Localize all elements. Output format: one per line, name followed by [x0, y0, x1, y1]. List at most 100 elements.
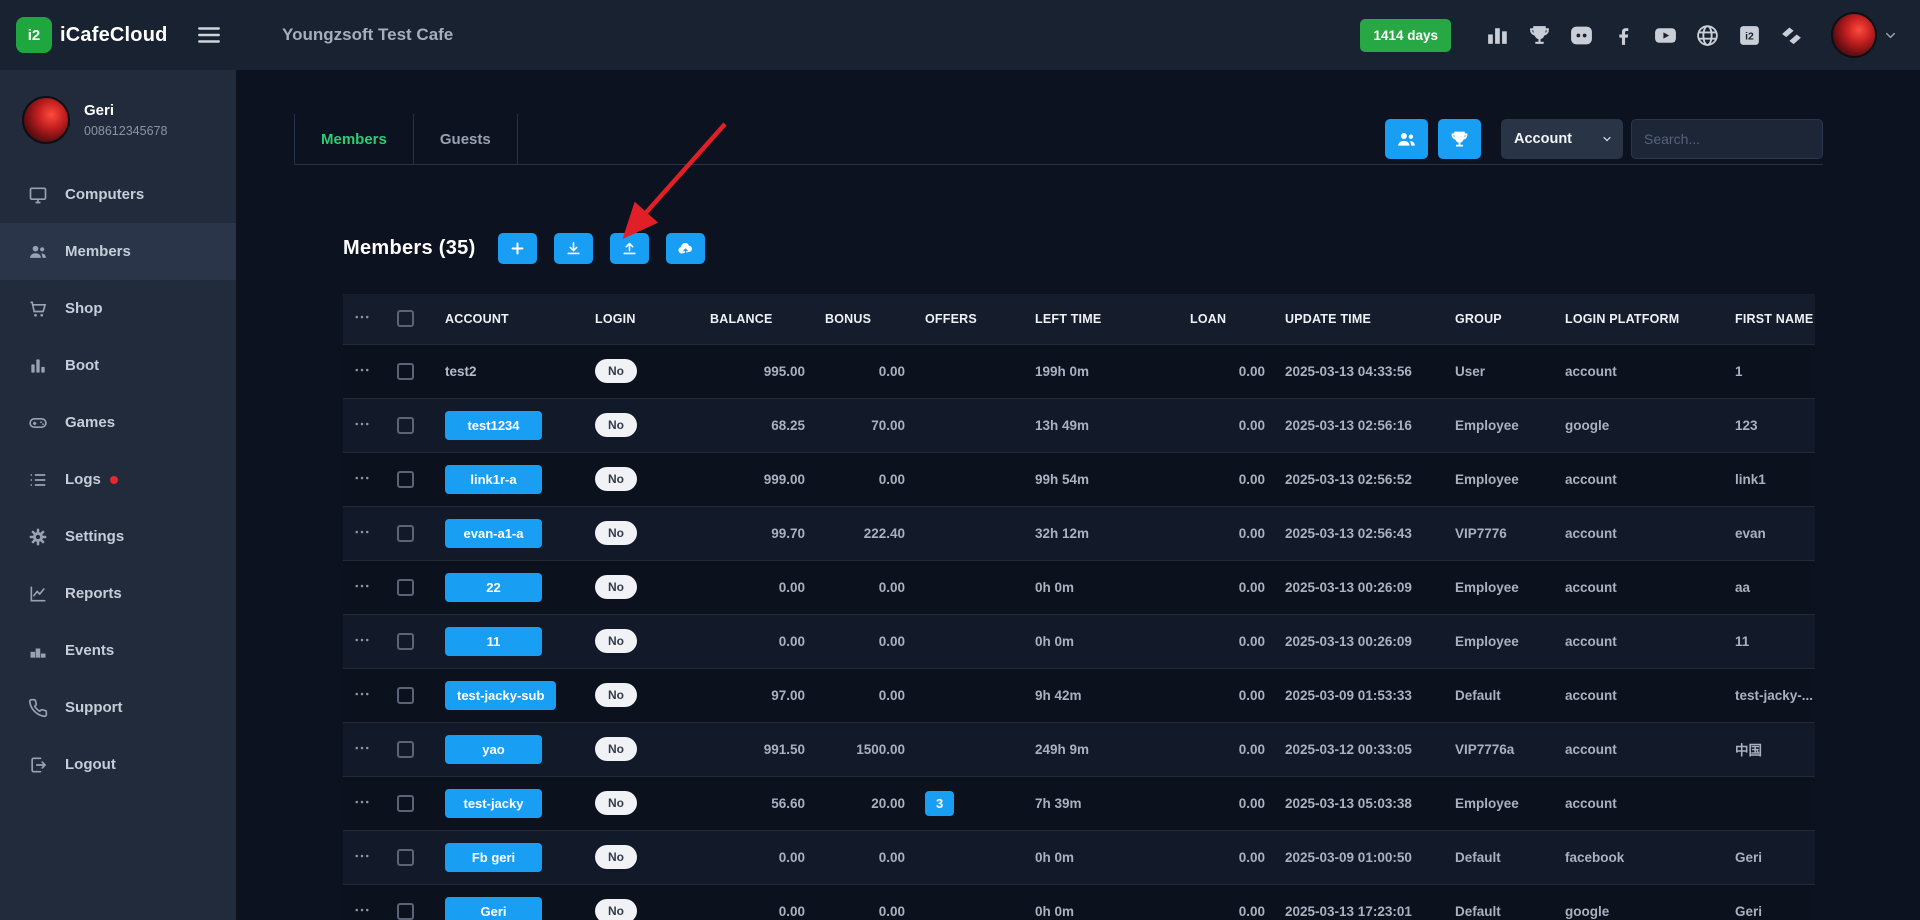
ellipsis-icon[interactable] — [353, 739, 371, 757]
row-checkbox[interactable] — [397, 795, 414, 812]
row-menu-cell — [343, 830, 387, 884]
table-row: Fb geriNo0.000.000h 0m0.002025-03-09 01:… — [343, 830, 1815, 884]
menu-icon[interactable] — [196, 22, 222, 48]
select-value: Account — [1514, 131, 1572, 147]
login-badge: No — [595, 629, 637, 653]
sidebar-item-members[interactable]: Members — [0, 223, 236, 280]
ellipsis-icon[interactable] — [353, 308, 371, 326]
icafedoc-icon[interactable]: i2 — [1737, 23, 1762, 48]
globe-icon[interactable] — [1695, 23, 1720, 48]
sidebar-item-settings[interactable]: Settings — [0, 508, 236, 565]
buildings-icon[interactable] — [1485, 23, 1510, 48]
row-checkbox[interactable] — [397, 363, 414, 380]
first-name-cell: Geri — [1725, 884, 1815, 920]
group-cell: Default — [1445, 884, 1555, 920]
login-badge: No — [595, 683, 637, 707]
row-checkbox[interactable] — [397, 633, 414, 650]
plus-button[interactable] — [498, 233, 537, 264]
account-button[interactable]: test1234 — [445, 411, 542, 440]
download-button[interactable] — [554, 233, 593, 264]
upload-button[interactable] — [610, 233, 649, 264]
group-cell: Employee — [1445, 560, 1555, 614]
trophy-icon[interactable] — [1527, 23, 1552, 48]
row-menu-cell — [343, 884, 387, 920]
user-avatar[interactable] — [1831, 12, 1877, 58]
left-time-cell: 99h 54m — [1025, 452, 1180, 506]
sidebar-item-games[interactable]: Games — [0, 394, 236, 451]
balance-cell: 0.00 — [700, 830, 815, 884]
discord-icon[interactable] — [1569, 23, 1594, 48]
days-badge[interactable]: 1414 days — [1360, 19, 1451, 52]
ellipsis-icon[interactable] — [353, 685, 371, 703]
row-checkbox[interactable] — [397, 903, 414, 920]
row-checkbox[interactable] — [397, 687, 414, 704]
row-checkbox[interactable] — [397, 525, 414, 542]
user-info: Geri 008612345678 — [84, 102, 167, 138]
bonus-cell: 222.40 — [815, 506, 915, 560]
login-cell: No — [585, 830, 700, 884]
sidebar-item-shop[interactable]: Shop — [0, 280, 236, 337]
toolbar-buttons — [1385, 119, 1491, 159]
group-cell: User — [1445, 344, 1555, 398]
account-button[interactable]: 22 — [445, 573, 542, 602]
tabs: Members Guests — [294, 114, 518, 164]
row-checkbox[interactable] — [397, 579, 414, 596]
row-checkbox[interactable] — [397, 471, 414, 488]
cloud-upload-button[interactable] — [666, 233, 705, 264]
row-checkbox[interactable] — [397, 741, 414, 758]
update-time-cell: 2025-03-09 01:53:33 — [1275, 668, 1445, 722]
download-icon — [565, 240, 582, 257]
notification-dot — [110, 476, 118, 484]
login-cell: No — [585, 668, 700, 722]
row-checkbox[interactable] — [397, 417, 414, 434]
facebook-icon[interactable] — [1611, 23, 1636, 48]
first-name-cell: test-jacky-... — [1725, 668, 1815, 722]
left-time-cell: 13h 49m — [1025, 398, 1180, 452]
youtube-icon[interactable] — [1653, 23, 1678, 48]
chevron-down-icon[interactable] — [1883, 28, 1898, 43]
ellipsis-icon[interactable] — [353, 847, 371, 865]
tab-guests[interactable]: Guests — [414, 114, 518, 164]
select-all-checkbox[interactable] — [397, 310, 414, 327]
trophy-filter-button[interactable] — [1438, 119, 1481, 159]
sidebar-item-support[interactable]: Support — [0, 679, 236, 736]
ellipsis-icon[interactable] — [353, 523, 371, 541]
sidebar-item-events[interactable]: Events — [0, 622, 236, 679]
account-button[interactable]: Fb geri — [445, 843, 542, 872]
sidebar-item-computers[interactable]: Computers — [0, 166, 236, 223]
sidebar-item-logs[interactable]: Logs — [0, 451, 236, 508]
account-button[interactable]: 11 — [445, 627, 542, 656]
ellipsis-icon[interactable] — [353, 469, 371, 487]
ellipsis-icon[interactable] — [353, 577, 371, 595]
bonus-cell: 0.00 — [815, 452, 915, 506]
app-logo-icon: i2 — [16, 17, 52, 53]
tab-members[interactable]: Members — [295, 114, 414, 164]
account-button[interactable]: yao — [445, 735, 542, 764]
account-button[interactable]: evan-a1-a — [445, 519, 542, 548]
ellipsis-icon[interactable] — [353, 901, 371, 919]
account-button[interactable]: test-jacky-sub — [445, 681, 556, 710]
sidebar-item-reports[interactable]: Reports — [0, 565, 236, 622]
row-checkbox[interactable] — [397, 849, 414, 866]
login-cell: No — [585, 776, 700, 830]
search-input[interactable] — [1631, 119, 1823, 159]
ellipsis-icon[interactable] — [353, 415, 371, 433]
sidebar-item-logout[interactable]: Logout — [0, 736, 236, 793]
left-time-cell: 0h 0m — [1025, 560, 1180, 614]
offers-cell — [915, 722, 1025, 776]
ellipsis-icon[interactable] — [353, 793, 371, 811]
login-cell: No — [585, 344, 700, 398]
account-button[interactable]: test-jacky — [445, 789, 542, 818]
platform-cell: account — [1555, 506, 1725, 560]
users-filter-button[interactable] — [1385, 119, 1428, 159]
sidebar-item-boot[interactable]: Boot — [0, 337, 236, 394]
account-filter-select[interactable]: Account — [1501, 119, 1623, 159]
ellipsis-icon[interactable] — [353, 361, 371, 379]
offers-cell — [915, 668, 1025, 722]
ellipsis-icon[interactable] — [353, 631, 371, 649]
account-button[interactable]: link1r-a — [445, 465, 542, 494]
layers-icon[interactable] — [1779, 23, 1804, 48]
account-button[interactable]: Geri — [445, 897, 542, 920]
first-name-cell: 1 — [1725, 344, 1815, 398]
offers-badge[interactable]: 3 — [925, 791, 954, 816]
